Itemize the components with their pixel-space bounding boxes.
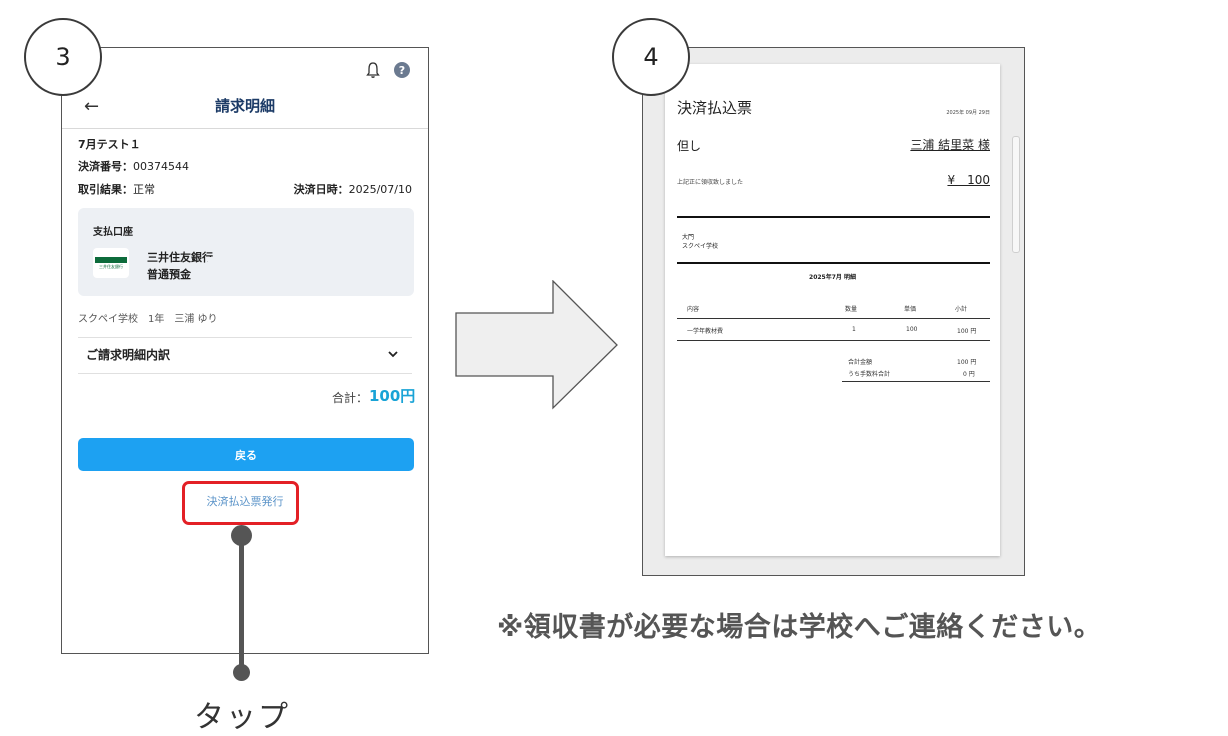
divider [677, 340, 990, 341]
divider [677, 318, 990, 319]
bank-name: 三井住友銀行 [147, 251, 213, 264]
payment-number-label: 決済番号： [78, 160, 133, 173]
receipt-document: 決済払込票 2025年 09月 29日 但し 三浦 結里菜 様 上記正に領収致し… [665, 64, 1000, 556]
date-row: 決済日時：2025/07/10 [294, 181, 412, 197]
summary-value: 0 円 [963, 371, 975, 378]
payment-number-value: 00374544 [133, 160, 189, 173]
table-cell: 100 [906, 326, 918, 333]
result-row: 取引結果：正常 [78, 181, 155, 197]
issuer-line: 大門 [682, 234, 695, 241]
receipt-note: ※領収書が必要な場合は学校へご連絡ください。 [497, 612, 1102, 643]
table-header: 内容 [687, 306, 700, 313]
page-title: 請求明細 [214, 97, 275, 115]
table-cell: 1 [852, 326, 856, 333]
receipt-received-text: 上記正に領収致しました [677, 179, 744, 186]
chevron-down-icon[interactable] [387, 348, 399, 360]
bill-name: 7月テスト１ [78, 138, 141, 151]
summary-label: うち手数料合計 [848, 371, 891, 378]
tap-highlight [182, 481, 299, 525]
back-button[interactable]: 戻る [78, 438, 414, 471]
total-value: 100円 [369, 387, 416, 405]
pointer-dot [233, 664, 250, 681]
right-arrow-icon [455, 280, 618, 410]
bank-logo-text: 三井住友銀行 [99, 264, 123, 269]
step-3-badge: 3 [24, 18, 102, 96]
result-label: 取引結果： [78, 183, 133, 196]
pointer-dot [231, 525, 252, 546]
divider [842, 381, 990, 382]
account-type: 普通預金 [147, 268, 191, 281]
issuer-line: スクペイ学校 [682, 243, 719, 250]
payment-account-card: 支払口座 三井住友銀行 三井住友銀行 普通預金 [78, 208, 414, 296]
summary-value: 100 円 [957, 359, 977, 366]
student-info: スクペイ学校 1年 三浦 ゆり [78, 314, 218, 325]
help-icon[interactable]: ? [394, 62, 410, 78]
date-value: 2025/07/10 [348, 183, 412, 196]
bank-logo: 三井住友銀行 [93, 248, 129, 278]
total-label: 合計： [332, 391, 369, 405]
invoice-detail-screen: ? ← 請求明細 7月テスト１ 決済番号：00374544 取引結果：正常 決済… [61, 47, 429, 654]
table-header: 単価 [904, 306, 917, 313]
tap-label: タップ [194, 700, 290, 735]
date-label: 決済日時： [293, 183, 349, 196]
bell-icon[interactable] [365, 61, 381, 79]
scrollbar[interactable] [1012, 136, 1020, 253]
divider [677, 262, 990, 264]
receipt-date: 2025年 09月 29日 [946, 110, 990, 116]
table-cell: 一学年教材費 [687, 328, 724, 335]
detail-title: 2025年7月 明細 [809, 274, 856, 281]
table-header: 数量 [845, 306, 858, 313]
step-4-badge: 4 [612, 18, 690, 96]
summary-label: 合計金額 [848, 359, 873, 366]
receipt-recipient: 三浦 結里菜 様 [910, 138, 990, 152]
payment-number-row: 決済番号：00374544 [78, 158, 189, 174]
breakdown-toggle-label[interactable]: ご請求明細内訳 [86, 346, 170, 363]
pointer-line [239, 534, 244, 673]
receipt-note-label: 但し [677, 139, 702, 153]
table-cell: 100 円 [957, 328, 977, 335]
result-value: 正常 [133, 183, 155, 196]
divider [677, 216, 990, 218]
table-header: 小計 [955, 306, 968, 313]
receipt-title: 決済払込票 [677, 99, 753, 117]
account-section-label: 支払口座 [93, 227, 133, 238]
divider [78, 373, 412, 374]
receipt-amount: ¥ 100 [947, 173, 990, 187]
header-divider [62, 128, 428, 129]
divider [78, 337, 412, 338]
masked-account-number [208, 257, 258, 279]
